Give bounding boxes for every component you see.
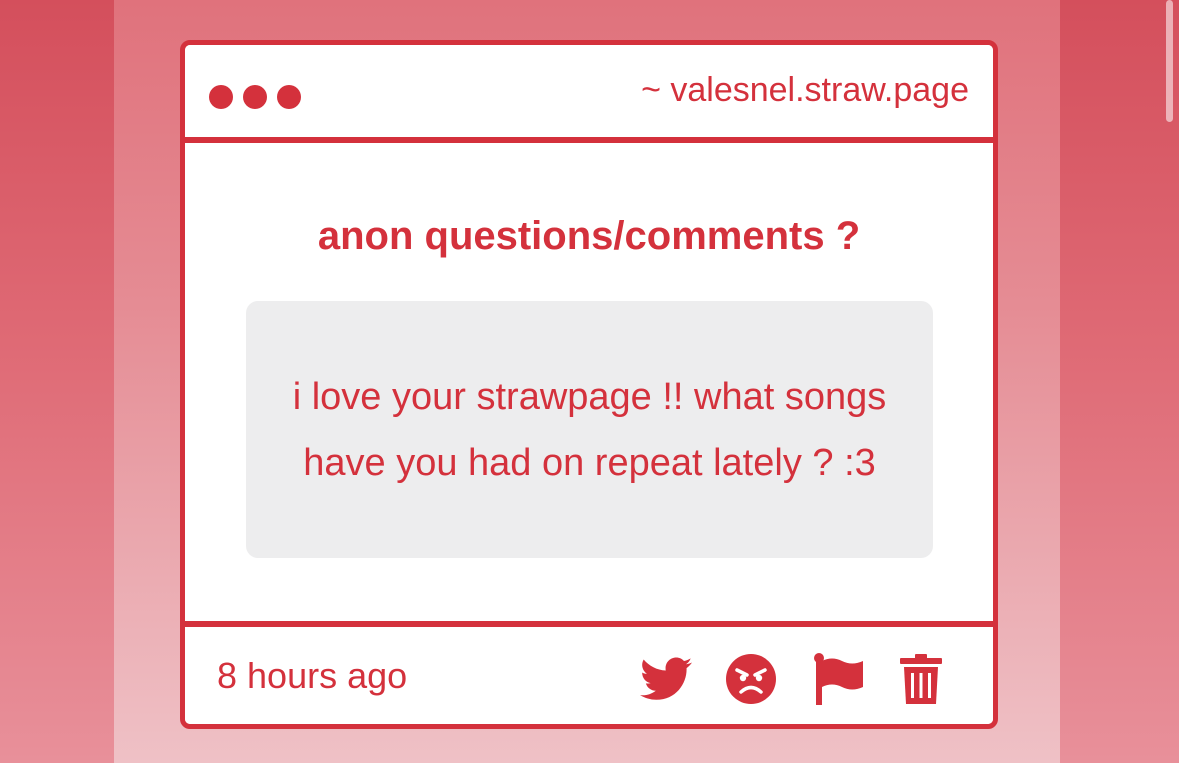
window-dot-icon — [243, 85, 267, 109]
window-dots — [209, 85, 301, 109]
message-text: i love your strawpage !! what songs have… — [292, 375, 887, 484]
angry-face-icon — [726, 654, 776, 704]
card-footer: 8 hours ago — [185, 627, 993, 724]
question-card: ~ valesnel.straw.page anon questions/com… — [180, 40, 998, 729]
timestamp: 8 hours ago — [217, 655, 408, 696]
trash-icon — [900, 654, 942, 704]
scrollbar[interactable] — [1166, 0, 1173, 122]
page-url: ~ valesnel.straw.page — [641, 71, 969, 109]
window-titlebar: ~ valesnel.straw.page — [185, 45, 993, 137]
twitter-share-button[interactable] — [638, 651, 694, 707]
flag-icon — [814, 653, 863, 705]
block-button[interactable] — [723, 651, 779, 707]
question-content: anon questions/comments ? i love your st… — [185, 143, 993, 621]
message-box: i love your strawpage !! what songs have… — [246, 301, 933, 558]
window-dot-icon — [277, 85, 301, 109]
report-button[interactable] — [811, 651, 867, 707]
question-title: anon questions/comments ? — [317, 214, 861, 258]
twitter-icon — [640, 657, 692, 700]
window-dot-icon — [209, 85, 233, 109]
delete-button[interactable] — [893, 651, 949, 707]
